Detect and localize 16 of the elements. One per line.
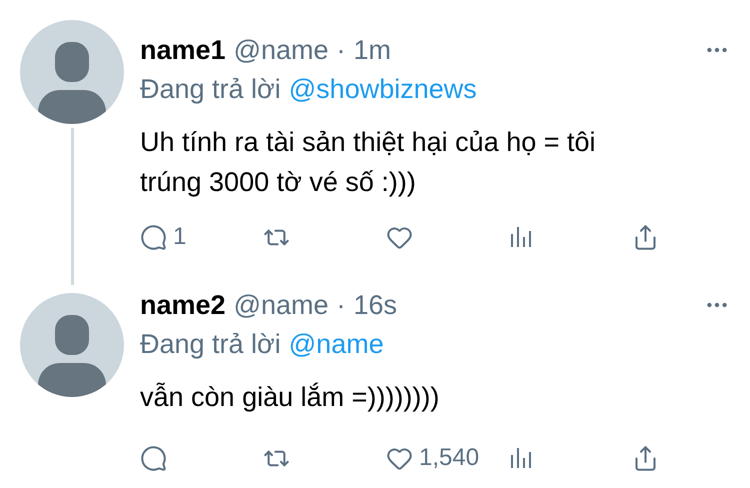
tweet-text: Uh tính ra tài sản thiệt hại của họ = tôi trúng 3000 tờ vé số :))) [140, 126, 597, 199]
user-handle[interactable]: @name [234, 30, 329, 70]
reply-label: Đang trả lời [140, 72, 281, 106]
mention-link[interactable]: @name [288, 324, 384, 364]
separator: · [336, 34, 346, 67]
tweet-text: vẫn còn giàu lắm =)))))))) [140, 381, 440, 414]
timestamp[interactable]: 16s [354, 284, 398, 326]
reply-label: Đang trả lời [140, 328, 281, 361]
display-name[interactable]: name1 [140, 30, 226, 70]
action-count: 1,540 [419, 443, 480, 473]
action-count: 1 [173, 222, 186, 252]
timestamp[interactable]: 1m [354, 30, 392, 70]
mention-link[interactable]: @showbiznews [288, 68, 477, 110]
separator: · [336, 288, 346, 322]
display-name[interactable]: name2 [140, 284, 226, 326]
user-handle[interactable]: @name [234, 284, 329, 326]
